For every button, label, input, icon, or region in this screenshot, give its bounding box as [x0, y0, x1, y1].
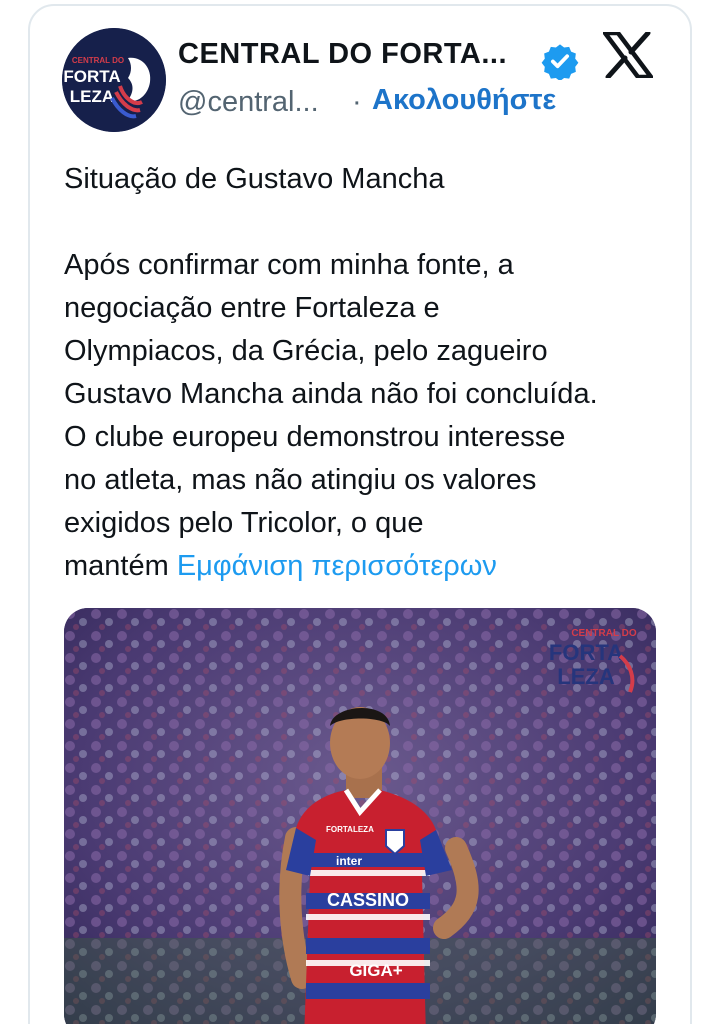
tweet-last-line: mantém Εμφάνιση περισσότερων: [64, 545, 674, 588]
jersey-sponsor-cassino: CASSINO: [327, 890, 409, 910]
avatar-text-bottom: LEZA: [70, 87, 114, 106]
jersey-sponsor-inter: inter: [336, 854, 362, 868]
tweet-line: Olympiacos, da Grécia, pelo zagueiro: [64, 335, 548, 367]
jersey-brand-text: FORTALEZA: [326, 825, 374, 834]
separator-dot: ·: [352, 86, 362, 118]
tweet-line: Gustavo Mancha ainda não foi concluída.: [64, 378, 598, 410]
jersey-sponsor-giga: GIGA+: [349, 961, 402, 980]
account-handle[interactable]: @central...: [178, 86, 319, 119]
avatar-text-top: CENTRAL DO: [72, 56, 124, 65]
display-name[interactable]: CENTRAL DO FORTA...: [178, 38, 507, 71]
avatar-text-mid: FORTA: [63, 67, 120, 86]
watermark-text-mid: FORTA: [549, 640, 623, 665]
tweet-media-image[interactable]: CENTRAL DO FORTA LEZA FORTALEZA inter CA…: [64, 608, 656, 1024]
tweet-line: Após confirmar com minha fonte, a: [64, 249, 514, 281]
tweet-line: exigidos pelo Tricolor, o que: [64, 507, 424, 539]
follow-button[interactable]: Ακολουθήστε: [372, 84, 556, 117]
tweet-line: O clube europeu demonstrou interesse: [64, 421, 566, 453]
tweet-line-start: mantém: [64, 550, 169, 582]
tweet-line: no atleta, mas não atingiu os valores: [64, 464, 537, 496]
watermark-text-top: CENTRAL DO: [571, 628, 637, 639]
show-more-link[interactable]: Εμφάνιση περισσότερων: [177, 550, 497, 582]
tweet-line: negociação entre Fortaleza e: [64, 292, 440, 324]
tweet-text: Situação de Gustavo Mancha Após confirma…: [64, 158, 674, 588]
tweet-title-line: Situação de Gustavo Mancha: [64, 163, 445, 195]
account-avatar[interactable]: CENTRAL DO FORTA LEZA: [62, 28, 166, 132]
watermark-text-bottom: LEZA: [557, 664, 615, 689]
verified-badge-icon: [541, 44, 579, 80]
x-logo-icon[interactable]: [603, 32, 653, 78]
